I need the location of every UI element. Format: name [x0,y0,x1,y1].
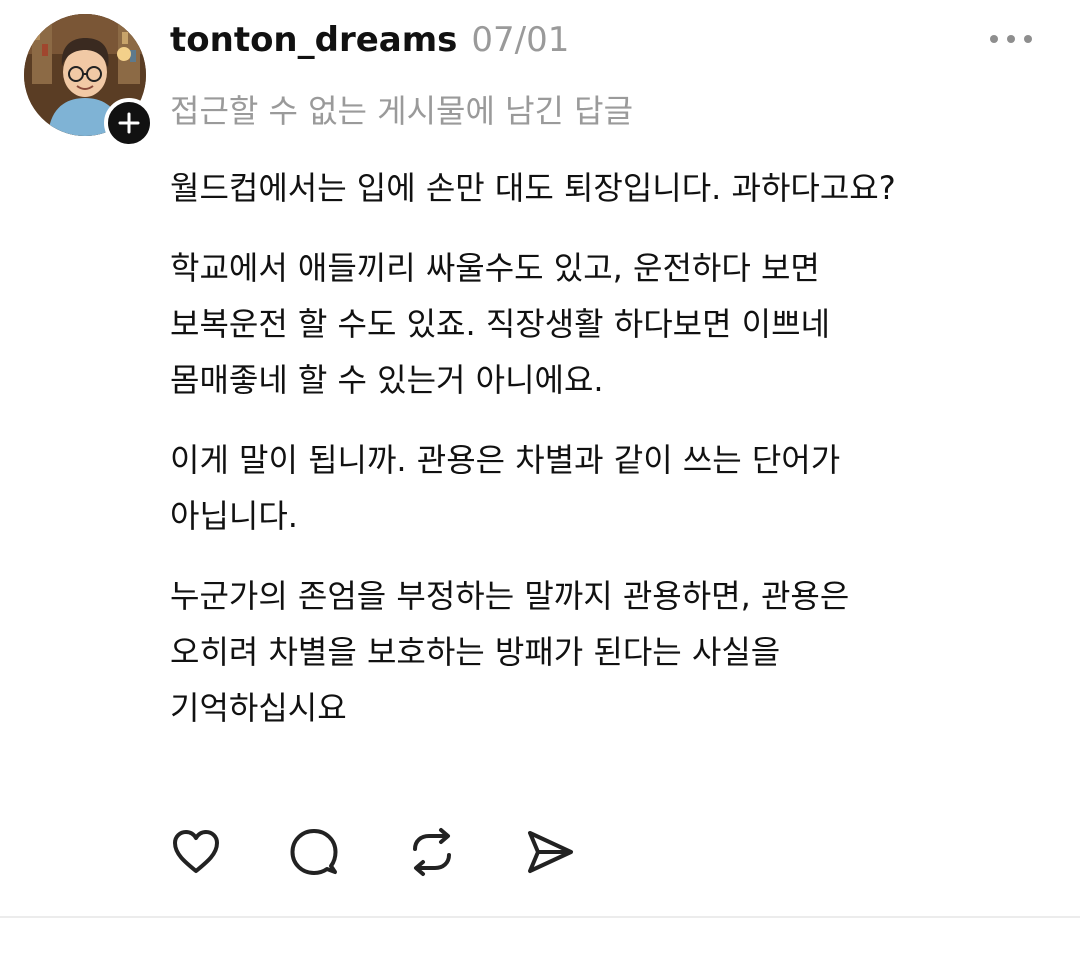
post-header: tonton_dreams 07/01 [170,14,569,66]
like-button[interactable] [170,826,222,878]
more-options-button[interactable] [990,24,1032,54]
post-text-line: 이게 말이 됩니까. 관용은 차별과 같이 쓰는 단어가 [170,441,841,479]
more-horizontal-icon [1024,35,1032,43]
follow-button[interactable] [104,98,154,148]
post-text-line: 월드컵에서는 입에 손만 대도 퇴장입니다. 과하다고요? [170,169,896,207]
post-text-line: 아닙니다. [170,497,298,535]
post-text-line: 기억하십시요 [170,689,347,727]
comment-bubble-icon [290,829,338,875]
post-paragraph: 이게 말이 됩니까. 관용은 차별과 같이 쓰는 단어가 아닙니다. [170,432,1060,544]
post-divider [0,916,1080,918]
post-paragraph: 누군가의 존엄을 부정하는 말까지 관용하면, 관용은 오히려 차별을 보호하는… [170,568,1060,736]
repost-button[interactable] [406,826,458,878]
reply-context-label: 접근할 수 없는 게시물에 남긴 답글 [170,92,634,130]
post-body: 월드컵에서는 입에 손만 대도 퇴장입니다. 과하다고요? 학교에서 애들끼리 … [170,160,1060,760]
send-icon [528,831,573,873]
post-paragraph: 월드컵에서는 입에 손만 대도 퇴장입니다. 과하다고요? [170,160,1060,216]
post-text-line: 오히려 차별을 보호하는 방패가 된다는 사실을 [170,633,781,671]
post-text-line: 몸매좋네 할 수 있는거 아니에요. [170,361,604,399]
more-horizontal-icon [990,35,998,43]
share-button[interactable] [524,826,576,878]
more-horizontal-icon [1007,35,1015,43]
heart-icon [173,830,219,873]
thread-post: tonton_dreams 07/01 접근할 수 없는 게시물에 남긴 답글 … [0,0,1080,918]
repost-icon [413,828,451,876]
avatar-container [24,14,154,148]
post-paragraph: 학교에서 애들끼리 싸울수도 있고, 운전하다 보면 보복운전 할 수도 있죠.… [170,240,1060,408]
plus-icon [118,112,140,134]
post-text-line: 학교에서 애들끼리 싸울수도 있고, 운전하다 보면 [170,249,820,287]
username[interactable]: tonton_dreams [170,20,457,60]
post-text-line: 보복운전 할 수도 있죠. 직장생활 하다보면 이쁘네 [170,305,831,343]
reply-button[interactable] [288,826,340,878]
post-actions [170,822,642,882]
post-text-line: 누군가의 존엄을 부정하는 말까지 관용하면, 관용은 [170,577,850,615]
post-timestamp: 07/01 [471,20,570,60]
